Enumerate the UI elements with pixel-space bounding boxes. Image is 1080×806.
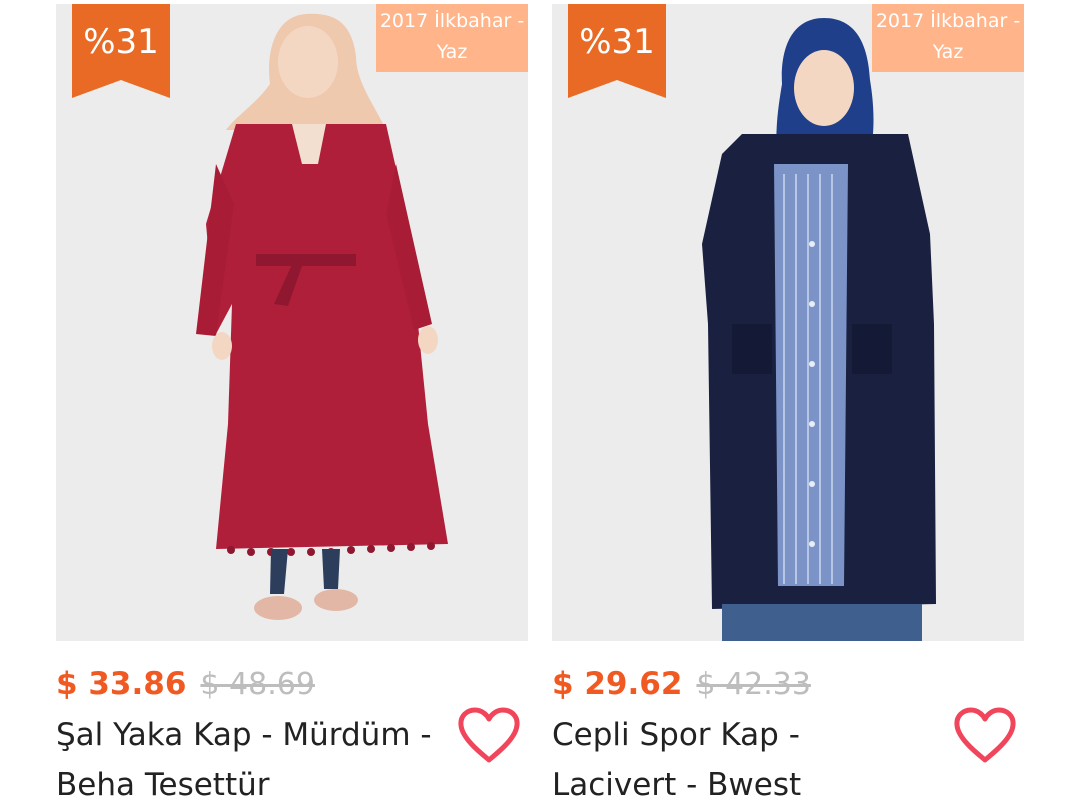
heart-outline-icon: [458, 707, 520, 763]
product-image[interactable]: %31 2017 İlkbahar - Yaz: [552, 4, 1024, 641]
product-title[interactable]: Şal Yaka Kap - Mürdüm - Beha Tesettür: [56, 710, 436, 806]
season-badge: 2017 İlkbahar - Yaz: [872, 4, 1024, 72]
price-row: $ 29.62 $ 42.33: [552, 662, 811, 706]
season-badge: 2017 İlkbahar - Yaz: [376, 4, 528, 72]
discount-ribbon: %31: [568, 4, 666, 98]
old-price: $ 42.33: [696, 667, 811, 702]
price-row: $ 33.86 $ 48.69: [56, 662, 315, 706]
current-price: $ 33.86: [56, 666, 187, 702]
product-photo-navy-coat: [552, 4, 1024, 641]
product-title[interactable]: Cepli Spor Kap - Lacivert - Bwest: [552, 710, 932, 806]
old-price: $ 48.69: [200, 667, 315, 702]
product-photo-red-coat: [56, 4, 528, 641]
favorite-button[interactable]: [456, 706, 522, 766]
favorite-button[interactable]: [952, 706, 1018, 766]
current-price: $ 29.62: [552, 666, 683, 702]
product-card[interactable]: %31 2017 İlkbahar - Yaz $ 29.62 $ 42.33 C…: [552, 0, 1024, 806]
discount-ribbon: %31: [72, 4, 170, 98]
product-card[interactable]: %31 2017 İlkbahar - Yaz $ 33.86 $ 48.69 Ş…: [56, 0, 528, 806]
discount-label: %31: [83, 22, 159, 62]
discount-label: %31: [579, 22, 655, 62]
product-image[interactable]: %31 2017 İlkbahar - Yaz: [56, 4, 528, 641]
product-grid: %31 2017 İlkbahar - Yaz $ 33.86 $ 48.69 Ş…: [0, 0, 1080, 806]
heart-outline-icon: [954, 707, 1016, 763]
